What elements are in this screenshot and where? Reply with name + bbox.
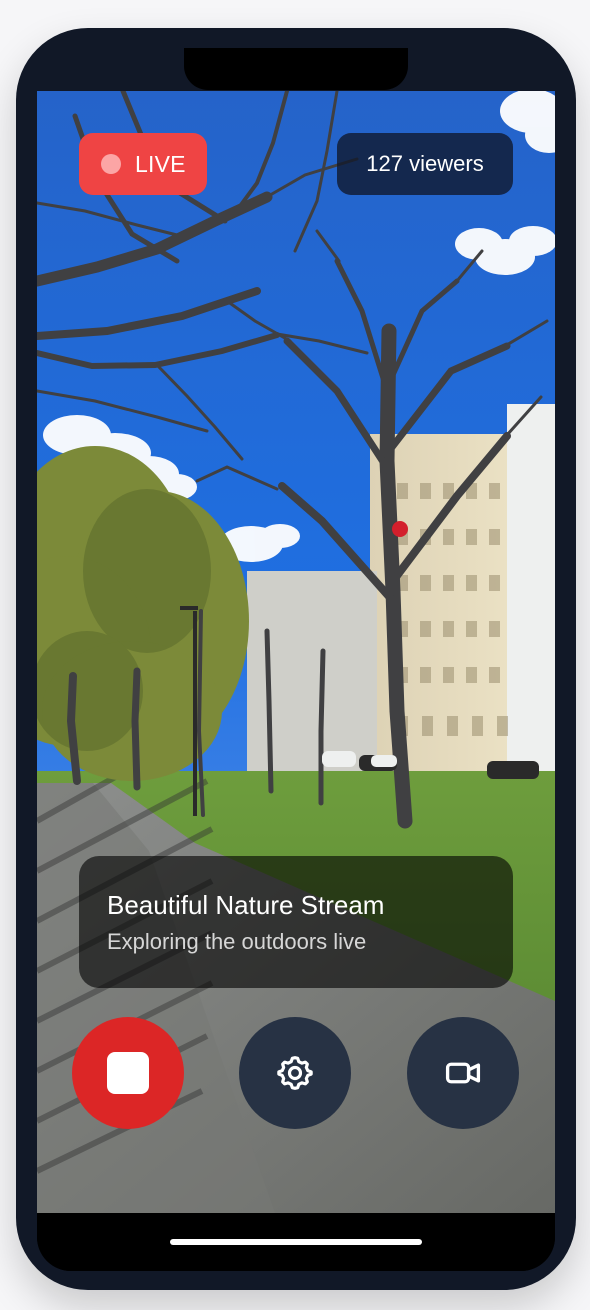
settings-button[interactable] — [239, 1017, 351, 1129]
video-camera-icon — [445, 1062, 481, 1084]
viewer-count-text: 127 viewers — [366, 151, 484, 176]
stop-recording-button[interactable] — [72, 1017, 184, 1129]
gear-icon — [277, 1056, 313, 1090]
viewer-count-badge: 127 viewers — [337, 133, 513, 195]
live-label: LIVE — [135, 150, 186, 177]
stop-square-icon — [107, 1052, 149, 1094]
bottom-safe-area — [37, 1213, 555, 1271]
live-indicator-dot — [101, 154, 121, 174]
camera-button[interactable] — [407, 1017, 519, 1129]
stream-info-card: Beautiful Nature Stream Exploring the ou… — [79, 856, 513, 988]
home-indicator[interactable] — [170, 1239, 422, 1245]
phone-frame: LIVE 127 viewers Beautiful Nature Stream… — [16, 28, 576, 1290]
camera-notch — [184, 48, 408, 90]
stream-title: Beautiful Nature Stream — [107, 890, 385, 920]
live-badge: LIVE — [79, 133, 207, 195]
stream-subtitle: Exploring the outdoors live — [107, 929, 367, 954]
live-stream-screen: LIVE 127 viewers Beautiful Nature Stream… — [37, 91, 555, 1271]
